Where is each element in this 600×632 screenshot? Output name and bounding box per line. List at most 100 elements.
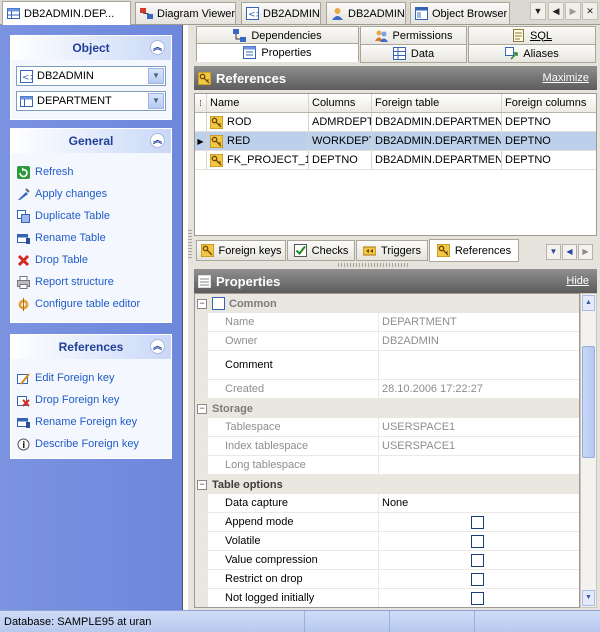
- rename-table-link[interactable]: Rename Table: [11, 227, 171, 249]
- volatile-checkbox[interactable]: [471, 535, 484, 548]
- report-structure-link[interactable]: Report structure: [11, 271, 171, 293]
- tab-aliases[interactable]: Aliases: [468, 44, 596, 63]
- tab-sql[interactable]: SQL: [468, 26, 596, 45]
- collapse-icon[interactable]: ︽: [150, 339, 165, 354]
- chevron-down-icon[interactable]: ▼: [148, 93, 164, 109]
- tab-scroll-right-button[interactable]: ▶: [565, 2, 581, 20]
- scroll-down-button[interactable]: ▼: [582, 590, 595, 606]
- chevron-down-icon[interactable]: ▼: [148, 68, 164, 84]
- property-row[interactable]: Owner DB2ADMIN: [195, 332, 579, 351]
- refresh-icon: [17, 165, 30, 179]
- configure-table-editor-link[interactable]: Configure table editor: [11, 293, 171, 315]
- property-row[interactable]: Not logged initially: [195, 589, 579, 607]
- property-value[interactable]: 28.10.2006 17:22:27: [379, 380, 579, 398]
- key-icon: [436, 244, 450, 257]
- rename-foreign-key-link[interactable]: Rename Foreign key: [11, 411, 171, 433]
- scroll-up-button[interactable]: ▲: [582, 295, 595, 311]
- property-row[interactable]: Name DEPARTMENT: [195, 313, 579, 332]
- property-row[interactable]: Tablespace USERSPACE1: [195, 418, 579, 437]
- table-row[interactable]: FK_PROJECT_1 DEPTNO DB2ADMIN.DEPARTMENT …: [195, 151, 596, 170]
- maximize-link[interactable]: Maximize: [543, 72, 589, 84]
- property-row[interactable]: Volatile: [195, 532, 579, 551]
- column-header-foreign-columns[interactable]: Foreign columns: [502, 94, 596, 112]
- property-grid: − Common Name DEPARTMENT Owner DB2ADMIN Co…: [194, 293, 580, 608]
- refresh-link[interactable]: Refresh: [11, 161, 171, 183]
- property-value[interactable]: [379, 456, 579, 474]
- column-chooser-icon[interactable]: ⁞: [195, 94, 207, 112]
- drop-table-link[interactable]: Drop Table: [11, 249, 171, 271]
- edit-foreign-key-link[interactable]: Edit Foreign key: [11, 367, 171, 389]
- tab-data[interactable]: Data: [360, 44, 467, 63]
- collapse-icon[interactable]: ︽: [150, 133, 165, 148]
- apply-changes-link[interactable]: Apply changes: [11, 183, 171, 205]
- collapse-toggle-icon[interactable]: −: [197, 403, 207, 414]
- tab-properties[interactable]: Properties: [196, 43, 359, 62]
- property-name: Value compression: [208, 551, 379, 569]
- collapse-toggle-icon[interactable]: −: [197, 298, 207, 309]
- property-row[interactable]: Data capture None: [195, 494, 579, 513]
- property-name: Not logged initially: [208, 589, 379, 607]
- table-select[interactable]: DEPARTMENT ▼: [16, 91, 166, 111]
- property-row[interactable]: Comment: [195, 351, 579, 380]
- property-value[interactable]: DB2ADMIN: [379, 332, 579, 350]
- property-value[interactable]: USERSPACE1: [379, 437, 579, 455]
- database-select[interactable]: <> DB2ADMIN ▼: [16, 66, 166, 86]
- describe-foreign-key-link[interactable]: Describe Foreign key: [11, 433, 171, 455]
- column-header-name[interactable]: Name: [207, 94, 309, 112]
- horizontal-splitter[interactable]: [338, 263, 408, 267]
- vertical-splitter[interactable]: [188, 230, 192, 260]
- property-row[interactable]: Index tablespace USERSPACE1: [195, 437, 579, 456]
- foreign-key-icon: [200, 244, 214, 257]
- data-capture-select[interactable]: None: [379, 494, 579, 512]
- duplicate-table-link[interactable]: Duplicate Table: [11, 205, 171, 227]
- tab-permissions[interactable]: Permissions: [360, 26, 467, 45]
- column-header-columns[interactable]: Columns: [309, 94, 372, 112]
- close-editor-button[interactable]: ✕: [582, 2, 598, 20]
- subtab-scroll-right-button[interactable]: ▶: [578, 244, 593, 260]
- references-panel: References ︽ Edit Foreign key Drop Forei…: [10, 334, 172, 459]
- tab-scroll-left-button[interactable]: ◀: [548, 2, 564, 20]
- tab-object-browser[interactable]: Object Browser: [410, 2, 510, 24]
- category-label: Table options: [212, 478, 283, 491]
- tab-label: Data: [410, 47, 435, 60]
- category-common[interactable]: − Common: [195, 294, 579, 313]
- tab-foreign-keys[interactable]: Foreign keys: [196, 240, 286, 261]
- hide-link[interactable]: Hide: [566, 275, 589, 287]
- table-row[interactable]: ROD ADMRDEPT DB2ADMIN.DEPARTMENT DEPTNO: [195, 113, 596, 132]
- collapse-icon[interactable]: ︽: [150, 40, 165, 55]
- tab-list-dropdown-button[interactable]: ▼: [530, 2, 546, 20]
- tab-user-db2admin[interactable]: DB2ADMIN: [326, 2, 406, 24]
- tab-checks[interactable]: Checks: [287, 240, 355, 261]
- not-logged-initially-checkbox[interactable]: [471, 592, 484, 605]
- property-row[interactable]: Value compression: [195, 551, 579, 570]
- tab-references[interactable]: References: [429, 239, 519, 262]
- rename-icon: [17, 232, 30, 245]
- property-grid-scrollbar[interactable]: ▲ ▼: [580, 293, 597, 608]
- collapse-toggle-icon[interactable]: −: [197, 479, 207, 490]
- drop-foreign-key-link[interactable]: Drop Foreign key: [11, 389, 171, 411]
- property-row[interactable]: Restrict on drop: [195, 570, 579, 589]
- tab-database-db2admin[interactable]: <> DB2ADMIN: [241, 2, 321, 24]
- restrict-on-drop-checkbox[interactable]: [471, 573, 484, 586]
- property-row[interactable]: Append mode: [195, 513, 579, 532]
- tab-table-department[interactable]: DB2ADMIN.DEP...: [2, 1, 131, 25]
- tab-label: Diagram Viewer: [157, 7, 236, 20]
- tab-diagram-viewer[interactable]: Diagram Viewer: [135, 2, 236, 24]
- property-value[interactable]: USERSPACE1: [379, 418, 579, 436]
- subtab-scroll-left-button[interactable]: ◀: [562, 244, 577, 260]
- append-mode-checkbox[interactable]: [471, 516, 484, 529]
- foreign-key-icon: [210, 115, 223, 129]
- subtab-dropdown-button[interactable]: ▼: [546, 244, 561, 260]
- property-row[interactable]: Long tablespace: [195, 456, 579, 475]
- category-table-options[interactable]: − Table options: [195, 475, 579, 494]
- property-row[interactable]: Created 28.10.2006 17:22:27: [195, 380, 579, 399]
- property-value[interactable]: [379, 351, 579, 379]
- tab-triggers[interactable]: Triggers: [356, 240, 428, 261]
- task-label: Rename Foreign key: [35, 416, 138, 428]
- property-value[interactable]: DEPARTMENT: [379, 313, 579, 331]
- table-row[interactable]: ▶ RED WORKDEPT DB2ADMIN.DEPARTMENT DEPTN…: [195, 132, 596, 151]
- category-storage[interactable]: − Storage: [195, 399, 579, 418]
- column-header-foreign-table[interactable]: Foreign table: [372, 94, 502, 112]
- scrollbar-thumb[interactable]: [582, 346, 595, 458]
- value-compression-checkbox[interactable]: [471, 554, 484, 567]
